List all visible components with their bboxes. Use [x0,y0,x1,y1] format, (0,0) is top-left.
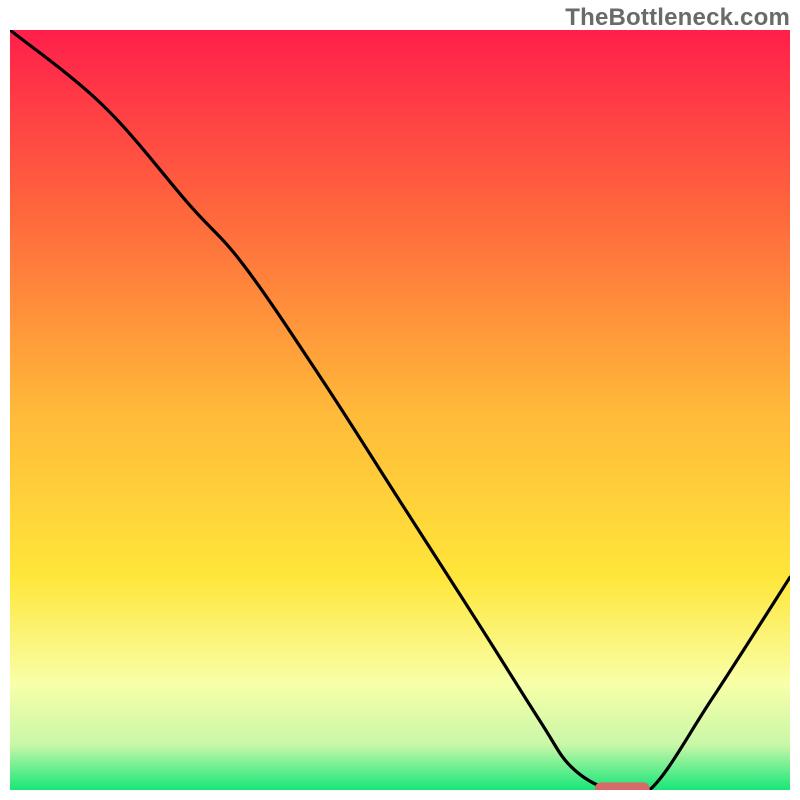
chart-plot [10,30,790,790]
watermark-text: TheBottleneck.com [565,4,790,32]
optimal-zone-marker [595,782,650,790]
chart-svg [10,30,790,790]
chart-stage: TheBottleneck.com [0,0,800,800]
chart-background [10,30,790,790]
